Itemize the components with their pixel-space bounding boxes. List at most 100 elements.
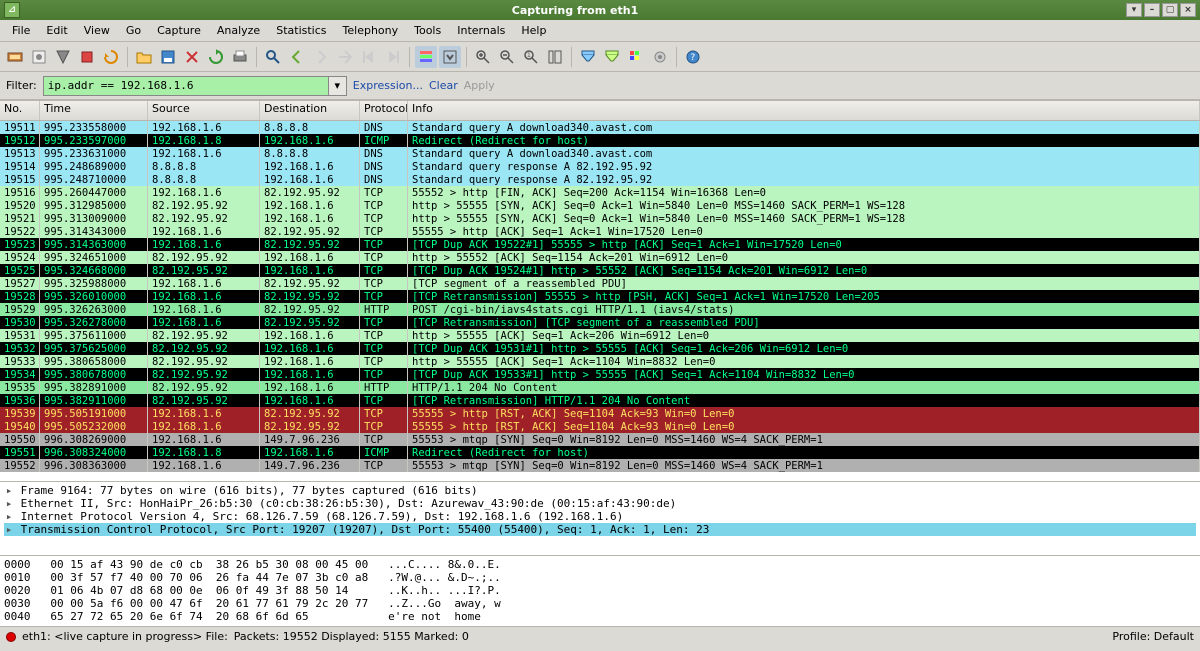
packet-row[interactable]: 19522995.314343000192.168.1.682.192.95.9… xyxy=(0,225,1200,238)
expression-button[interactable]: Expression... xyxy=(353,79,423,92)
packet-row[interactable]: 19535995.38289100082.192.95.92192.168.1.… xyxy=(0,381,1200,394)
packet-row[interactable]: 19521995.31300900082.192.95.92192.168.1.… xyxy=(0,212,1200,225)
hex-row[interactable]: 0010 00 3f 57 f7 40 00 70 06 26 fa 44 7e… xyxy=(4,571,1196,584)
close-button[interactable]: × xyxy=(1180,3,1196,17)
packet-row[interactable]: 19533995.38065800082.192.95.92192.168.1.… xyxy=(0,355,1200,368)
start-capture-button[interactable] xyxy=(52,46,74,68)
save-button[interactable] xyxy=(157,46,179,68)
zoom-in-button[interactable] xyxy=(472,46,494,68)
colorize-button[interactable] xyxy=(415,46,437,68)
menu-go[interactable]: Go xyxy=(118,22,149,39)
coloring-rules-button[interactable] xyxy=(625,46,647,68)
reload-button[interactable] xyxy=(205,46,227,68)
packet-row[interactable]: 19551996.308324000192.168.1.8192.168.1.6… xyxy=(0,446,1200,459)
autoscroll-button[interactable] xyxy=(439,46,461,68)
restart-capture-button[interactable] xyxy=(100,46,122,68)
filter-dropdown-button[interactable]: ▾ xyxy=(329,76,347,96)
tree-item[interactable]: ▸ Transmission Control Protocol, Src Por… xyxy=(4,523,1196,536)
packet-row[interactable]: 19512995.233597000192.168.1.8192.168.1.6… xyxy=(0,134,1200,147)
options-button[interactable] xyxy=(28,46,50,68)
menu-internals[interactable]: Internals xyxy=(449,22,513,39)
packet-details-pane[interactable]: ▸ Frame 9164: 77 bytes on wire (616 bits… xyxy=(0,482,1200,556)
interfaces-button[interactable] xyxy=(4,46,26,68)
minimize2-button[interactable]: – xyxy=(1144,3,1160,17)
zoom-reset-button[interactable]: 1 xyxy=(520,46,542,68)
packet-row[interactable]: 19550996.308269000192.168.1.6149.7.96.23… xyxy=(0,433,1200,446)
resize-columns-button[interactable] xyxy=(544,46,566,68)
packet-row[interactable]: 19516995.260447000192.168.1.682.192.95.9… xyxy=(0,186,1200,199)
zoom-out-button[interactable] xyxy=(496,46,518,68)
filter-input[interactable] xyxy=(43,76,329,96)
window-title: Capturing from eth1 xyxy=(24,4,1126,17)
tree-expander-icon[interactable]: ▸ xyxy=(4,510,14,523)
packet-bytes-pane[interactable]: 0000 00 15 af 43 90 de c0 cb 38 26 b5 30… xyxy=(0,556,1200,626)
menu-edit[interactable]: Edit xyxy=(38,22,75,39)
col-time[interactable]: Time xyxy=(40,101,148,120)
tree-expander-icon[interactable]: ▸ xyxy=(4,484,14,497)
packet-row[interactable]: 19514995.2486890008.8.8.8192.168.1.6DNSS… xyxy=(0,160,1200,173)
tree-item[interactable]: ▸ Ethernet II, Src: HonHaiPr_26:b5:30 (c… xyxy=(4,497,1196,510)
close-file-button[interactable] xyxy=(181,46,203,68)
first-packet-button[interactable] xyxy=(358,46,380,68)
display-filters-button[interactable] xyxy=(601,46,623,68)
packet-row[interactable]: 19529995.326263000192.168.1.682.192.95.9… xyxy=(0,303,1200,316)
packet-row[interactable]: 19523995.314363000192.168.1.682.192.95.9… xyxy=(0,238,1200,251)
col-src[interactable]: Source xyxy=(148,101,260,120)
open-button[interactable] xyxy=(133,46,155,68)
hex-row[interactable]: 0030 00 00 5a f6 00 00 47 6f 20 61 77 61… xyxy=(4,597,1196,610)
menu-telephony[interactable]: Telephony xyxy=(335,22,407,39)
packet-row[interactable]: 19511995.233558000192.168.1.68.8.8.8DNSS… xyxy=(0,121,1200,134)
tree-item[interactable]: ▸ Frame 9164: 77 bytes on wire (616 bits… xyxy=(4,484,1196,497)
packet-row[interactable]: 19540995.505232000192.168.1.682.192.95.9… xyxy=(0,420,1200,433)
hex-row[interactable]: 0040 65 27 72 65 20 6e 6f 74 20 68 6f 6d… xyxy=(4,610,1196,623)
packet-row[interactable]: 19520995.31298500082.192.95.92192.168.1.… xyxy=(0,199,1200,212)
packet-row[interactable]: 19524995.32465100082.192.95.92192.168.1.… xyxy=(0,251,1200,264)
packet-row[interactable]: 19515995.2487100008.8.8.8192.168.1.6DNSS… xyxy=(0,173,1200,186)
packet-row[interactable]: 19536995.38291100082.192.95.92192.168.1.… xyxy=(0,394,1200,407)
status-profile[interactable]: Profile: Default xyxy=(1112,630,1194,643)
hex-row[interactable]: 0020 01 06 4b 07 d8 68 00 0e 06 0f 49 3f… xyxy=(4,584,1196,597)
maximize-button[interactable]: ▢ xyxy=(1162,3,1178,17)
menu-statistics[interactable]: Statistics xyxy=(268,22,334,39)
col-dst[interactable]: Destination xyxy=(260,101,360,120)
tree-item[interactable]: ▸ Internet Protocol Version 4, Src: 68.1… xyxy=(4,510,1196,523)
capture-filters-button[interactable] xyxy=(577,46,599,68)
col-proto[interactable]: Protocol xyxy=(360,101,408,120)
packet-row[interactable]: 19527995.325988000192.168.1.682.192.95.9… xyxy=(0,277,1200,290)
menu-help[interactable]: Help xyxy=(513,22,554,39)
packet-row[interactable]: 19525995.32466800082.192.95.92192.168.1.… xyxy=(0,264,1200,277)
menu-analyze[interactable]: Analyze xyxy=(209,22,268,39)
apply-filter-button[interactable]: Apply xyxy=(464,79,495,92)
packet-row[interactable]: 19513995.233631000192.168.1.68.8.8.8DNSS… xyxy=(0,147,1200,160)
tree-expander-icon[interactable]: ▸ xyxy=(4,497,14,510)
menu-file[interactable]: File xyxy=(4,22,38,39)
last-packet-button[interactable] xyxy=(382,46,404,68)
menu-capture[interactable]: Capture xyxy=(149,22,209,39)
clear-filter-button[interactable]: Clear xyxy=(429,79,458,92)
go-forward-button[interactable] xyxy=(310,46,332,68)
packet-row[interactable]: 19531995.37561100082.192.95.92192.168.1.… xyxy=(0,329,1200,342)
tree-expander-icon[interactable]: ▸ xyxy=(4,523,14,536)
toolbar: 1 ? xyxy=(0,42,1200,72)
help-button[interactable]: ? xyxy=(682,46,704,68)
packet-row[interactable]: 19539995.505191000192.168.1.682.192.95.9… xyxy=(0,407,1200,420)
packet-row[interactable]: 19534995.38067800082.192.95.92192.168.1.… xyxy=(0,368,1200,381)
packet-row[interactable]: 19532995.37562500082.192.95.92192.168.1.… xyxy=(0,342,1200,355)
find-button[interactable] xyxy=(262,46,284,68)
packet-row[interactable]: 19528995.326010000192.168.1.682.192.95.9… xyxy=(0,290,1200,303)
col-no[interactable]: No. xyxy=(0,101,40,120)
menu-tools[interactable]: Tools xyxy=(406,22,449,39)
go-to-button[interactable] xyxy=(334,46,356,68)
col-info[interactable]: Info xyxy=(408,101,1200,120)
statusbar: eth1: <live capture in progress> File: P… xyxy=(0,626,1200,646)
go-back-button[interactable] xyxy=(286,46,308,68)
print-button[interactable] xyxy=(229,46,251,68)
preferences-button[interactable] xyxy=(649,46,671,68)
menu-view[interactable]: View xyxy=(76,22,118,39)
packet-row[interactable]: 19530995.326278000192.168.1.682.192.95.9… xyxy=(0,316,1200,329)
stop-capture-button[interactable] xyxy=(76,46,98,68)
packet-list-body[interactable]: 19511995.233558000192.168.1.68.8.8.8DNSS… xyxy=(0,121,1200,481)
hex-row[interactable]: 0000 00 15 af 43 90 de c0 cb 38 26 b5 30… xyxy=(4,558,1196,571)
packet-row[interactable]: 19552996.308363000192.168.1.6149.7.96.23… xyxy=(0,459,1200,472)
minimize-button[interactable]: ▾ xyxy=(1126,3,1142,17)
